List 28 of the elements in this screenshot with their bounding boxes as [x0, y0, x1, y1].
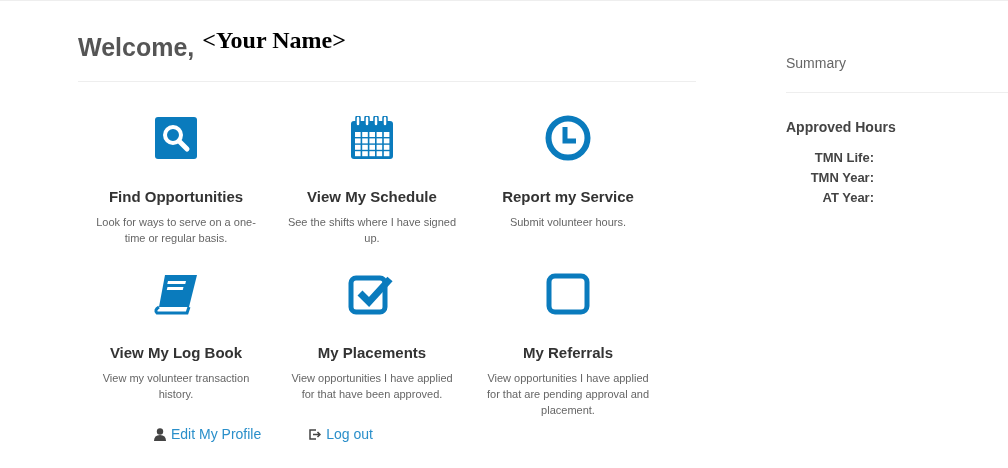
tile-description: See the shifts where I have signed up. [286, 215, 458, 246]
nav-link[interactable]: Log out [309, 423, 373, 445]
user-icon [154, 427, 166, 441]
tile-title[interactable]: View My Log Book [109, 341, 243, 364]
summary-title: Summary [786, 1, 1008, 93]
welcome-heading: Welcome, [78, 32, 195, 63]
tile-description: View my volunteer transaction history. [101, 371, 251, 402]
tile-title[interactable]: Find Opportunities [108, 185, 244, 208]
logout-icon [309, 428, 322, 440]
hours-label: AT Year: [822, 189, 874, 207]
tile-description: View opportunities I have applied for that are pending approval and placement. [485, 371, 651, 418]
search-icon [155, 116, 197, 159]
square-icon [546, 272, 590, 315]
section-title: Approved Hours [786, 118, 897, 137]
hours-label: TMN Year: [810, 169, 874, 187]
tile-title[interactable]: My Referrals [522, 341, 613, 364]
tile-title[interactable]: Report my Service [502, 185, 634, 208]
nav-link[interactable]: Edit My Profile [154, 423, 262, 445]
user-name: <Your Name> [202, 26, 346, 55]
tile-title[interactable]: My Placements [317, 341, 427, 364]
tile-title[interactable]: View My Schedule [307, 185, 437, 208]
tile-description: View opportunities I have applied for that have been approved. [290, 371, 454, 402]
clock-icon [545, 114, 591, 161]
book-icon [153, 272, 199, 315]
tile-description: Submit volunteer hours. [508, 215, 628, 230]
tile-description: Look for ways to serve on a one-time or regular basis. [95, 215, 257, 246]
calendar-icon [350, 115, 394, 160]
hours-label: TMN Life: [814, 149, 874, 167]
